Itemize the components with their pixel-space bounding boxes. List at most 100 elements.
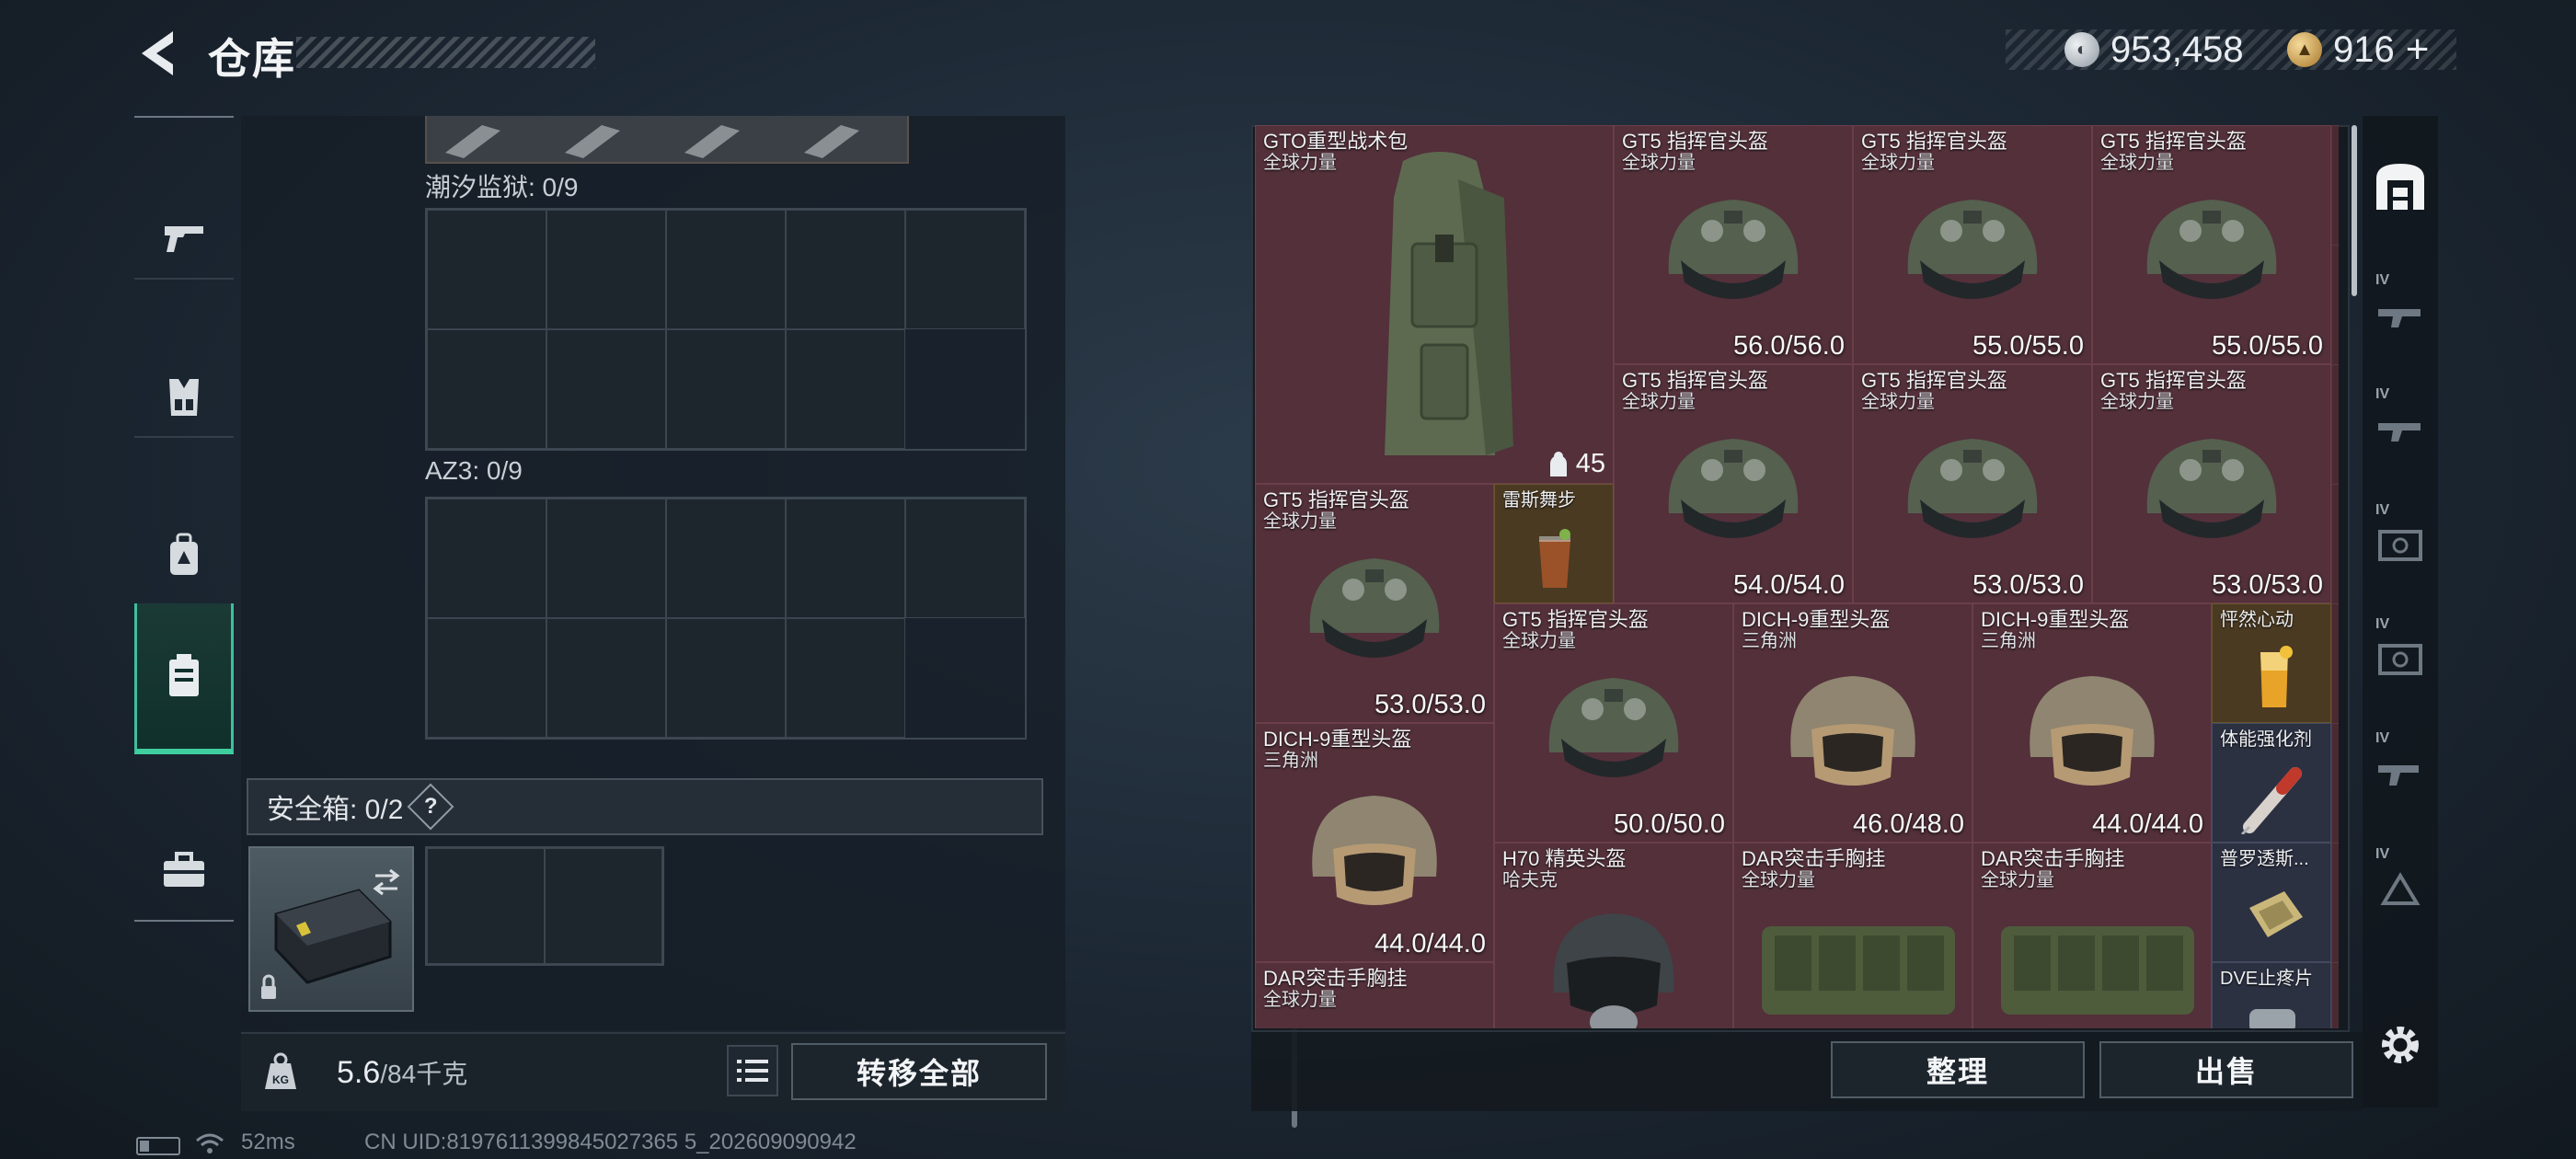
supply-pack-image xyxy=(2249,891,2303,937)
stash-item[interactable]: GT5 指挥官头盔 全球力量 53.0/53.0 xyxy=(1255,484,1494,723)
stash-item[interactable]: DAR突击手胸挂 全球力量 xyxy=(1972,843,2212,1028)
weight-current: 5.6 xyxy=(337,1055,381,1090)
stash-tab-3[interactable]: IV xyxy=(2368,383,2432,475)
stash-item[interactable]: GT5 指挥官头盔 全球力量 54.0/54.0 xyxy=(1614,364,1853,603)
category-column xyxy=(134,116,234,924)
container-panel: 潮汐监狱: 0/9 AZ3: 0/9 安全箱: 0/2 ? xyxy=(241,116,1297,1128)
stash-item[interactable]: 怦然心动 xyxy=(2212,603,2331,723)
stash-item[interactable]: GT5 指挥官头盔 全球力量 55.0/55.0 xyxy=(1853,125,2092,364)
gt5-helmet-image xyxy=(1548,678,1679,777)
crate-icon xyxy=(2378,765,2419,786)
gt5-helmet-image xyxy=(2146,439,2277,538)
section-label: AZ3: 0/9 xyxy=(425,456,523,485)
category-weapons[interactable] xyxy=(134,155,234,320)
list-icon xyxy=(737,1060,768,1082)
category-case[interactable] xyxy=(134,787,234,953)
back-arrow-icon xyxy=(142,31,173,75)
stash-item[interactable]: DICH-9重型头盔 三角洲 44.0/44.0 xyxy=(1972,603,2212,843)
section-label: 潮汐监狱: 0/9 xyxy=(425,173,579,201)
h70-helmet-image xyxy=(1553,913,1674,1028)
silver-coin-icon: ◐ xyxy=(2064,32,2099,67)
silver-amount: 953,458 xyxy=(2110,29,2244,70)
dich-helmet-image xyxy=(2030,676,2155,786)
stash-item[interactable]: DICH-9重型头盔 三角洲 44.0/44.0 xyxy=(1255,723,1494,962)
gt5-helmet-image xyxy=(1309,558,1440,658)
stash-grid: GTO重型战术包 全球力量 45 GT5 指挥官头盔 全球力量 56.0/56.… xyxy=(1255,125,2339,1028)
category-chest-rig[interactable] xyxy=(134,315,234,480)
stash-tab-7[interactable]: IV xyxy=(2368,843,2432,935)
stash-tab-sidebar: IV IV IV IV IV IV xyxy=(2363,116,2438,1107)
crate-icon xyxy=(2380,872,2421,905)
battery-icon xyxy=(136,1137,180,1155)
stash-item[interactable]: GT5 指挥官头盔 全球力量 50.0/50.0 xyxy=(1494,603,1733,843)
stash-tab-5[interactable]: IV xyxy=(2368,613,2432,705)
weight-readout: 5.6/84千克 xyxy=(337,1054,467,1091)
stash-item[interactable]: DICH-9重型头盔 三角洲 46.0/48.0 xyxy=(1733,603,1972,843)
safe-box-bar: 安全箱: 0/2 ? xyxy=(247,778,1043,835)
stash-item[interactable]: H70 精英头盔 哈夫克 xyxy=(1494,843,1733,1028)
rifle-case-icon xyxy=(2378,309,2421,327)
safe-box-label: 安全箱: 0/2 xyxy=(267,795,404,825)
gold-currency[interactable]: ▲ 916 + xyxy=(2287,27,2430,73)
cocktail-image xyxy=(2260,646,2293,707)
svg-text:KG: KG xyxy=(272,1073,289,1086)
gt5-helmet-image xyxy=(1668,439,1799,538)
title-decoration xyxy=(296,37,595,68)
list-view-button[interactable] xyxy=(727,1045,778,1096)
back-button[interactable] xyxy=(136,28,177,79)
vest-icon xyxy=(169,379,199,416)
transfer-all-button[interactable]: 转移全部 xyxy=(791,1043,1047,1100)
stash-item[interactable]: GT5 指挥官头盔 全球力量 56.0/56.0 xyxy=(1614,125,1853,364)
weight-max: /84千克 xyxy=(380,1060,468,1088)
stash-tab-4[interactable]: IV xyxy=(2368,499,2432,591)
stash-item[interactable]: GT5 指挥官头盔 全球力量 55.0/55.0 xyxy=(2092,125,2331,364)
cocktail-image xyxy=(1539,529,1570,588)
gold-amount: 916 xyxy=(2333,29,2395,70)
gt5-helmet-image xyxy=(1668,200,1799,299)
stash-item[interactable]: DAR突击手胸挂 全球力量 xyxy=(1255,962,1494,1028)
gold-add-button[interactable]: + xyxy=(2406,27,2430,73)
stash-item[interactable]: 雷斯舞步 xyxy=(1494,484,1614,603)
category-container[interactable] xyxy=(134,603,234,754)
stash-item[interactable]: GTO重型战术包 全球力量 45 xyxy=(1255,125,1614,484)
syringe-image xyxy=(2240,767,2302,834)
safe-box-empty-slots[interactable] xyxy=(425,846,664,966)
pills-image xyxy=(2249,1009,2295,1028)
help-icon[interactable]: ? xyxy=(407,783,454,831)
container-grid-2[interactable] xyxy=(425,497,1027,740)
stash-item[interactable]: DVE止疼片 xyxy=(2212,962,2331,1028)
dich-helmet-image xyxy=(1312,796,1437,905)
rifle-case-icon xyxy=(2378,423,2421,442)
sell-button[interactable]: 出售 xyxy=(2099,1041,2353,1098)
weight-icon: KG xyxy=(259,1050,302,1093)
stash-tab-6[interactable]: IV xyxy=(2368,727,2432,819)
stash-tab-2[interactable]: IV xyxy=(2368,269,2432,361)
stash-item[interactable]: GT5 指挥官头盔 全球力量 53.0/53.0 xyxy=(2092,364,2331,603)
vault-icon xyxy=(2378,530,2422,561)
pistol-icon xyxy=(165,226,203,252)
uid-readout: CN UID:8197611399845027365 5_20260909094… xyxy=(364,1130,857,1154)
safe-box-item[interactable] xyxy=(248,846,414,1012)
backpack-icon xyxy=(170,533,198,575)
stash-item[interactable]: 体能强化剂 xyxy=(2212,723,2331,843)
silver-currency[interactable]: ◐ 953,458 xyxy=(2064,29,2244,70)
vault-icon xyxy=(2378,644,2422,675)
stash-scrollbar[interactable] xyxy=(2352,125,2357,296)
chest-rig-image xyxy=(1762,926,1955,1015)
stash-tab-main[interactable] xyxy=(2368,140,2432,232)
stash-item[interactable]: GT5 指挥官头盔 全球力量 53.0/53.0 xyxy=(1853,364,2092,603)
gt5-helmet-image xyxy=(2146,200,2277,299)
backpack-image xyxy=(1385,152,1513,455)
warehouse-icon xyxy=(2376,164,2424,210)
capacity-icon xyxy=(1549,451,1567,476)
dich-helmet-image xyxy=(1790,676,1915,786)
sort-button[interactable]: 整理 xyxy=(1831,1041,2085,1098)
stash-item[interactable]: 普罗透斯... xyxy=(2212,843,2331,962)
gt5-helmet-image xyxy=(1907,439,2038,538)
briefcase-icon xyxy=(164,852,204,887)
container-grid-1[interactable] xyxy=(425,208,1027,451)
settings-button[interactable] xyxy=(2368,999,2432,1091)
weight-bar: KG 5.6/84千克 转移全部 xyxy=(241,1032,1065,1111)
safe-case-icon xyxy=(261,868,400,999)
stash-item[interactable]: DAR突击手胸挂 全球力量 xyxy=(1733,843,1972,1028)
